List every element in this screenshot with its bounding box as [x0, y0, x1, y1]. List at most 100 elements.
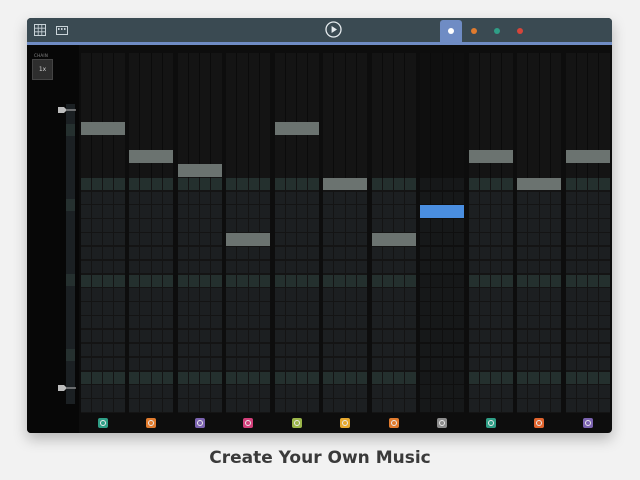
grid-cell[interactable] [80, 399, 91, 412]
grid-cell[interactable] [285, 205, 296, 218]
grid-cell[interactable] [151, 260, 162, 274]
grid-cell[interactable] [103, 371, 114, 384]
grid-cell[interactable] [502, 316, 513, 329]
grid-cell[interactable] [420, 288, 431, 301]
grid-cell[interactable] [334, 191, 345, 204]
color-tab[interactable] [486, 20, 508, 42]
grid-cell[interactable] [91, 191, 102, 204]
instrument-button[interactable] [388, 418, 399, 428]
grid-cell[interactable] [371, 274, 382, 287]
grid-cell[interactable] [226, 343, 237, 357]
grid-cell[interactable] [539, 233, 550, 246]
grid-cell[interactable] [308, 385, 319, 398]
grid-cell[interactable] [259, 302, 270, 315]
grid-cell[interactable] [431, 274, 442, 287]
grid-cell[interactable] [297, 205, 308, 218]
grid-cell[interactable] [103, 385, 114, 398]
grid-cell[interactable] [200, 274, 211, 287]
grid-cell[interactable] [177, 177, 188, 190]
grid-cell[interactable] [431, 316, 442, 329]
grid-cell[interactable] [502, 302, 513, 315]
grid-cell[interactable] [405, 177, 416, 190]
grid-cell[interactable] [259, 385, 270, 398]
instrument-button[interactable] [437, 418, 447, 428]
grid-cell[interactable] [274, 316, 285, 329]
grid-cell[interactable] [248, 246, 259, 260]
grid-cell[interactable] [334, 302, 345, 315]
grid-cell[interactable] [468, 177, 479, 190]
grid-cell[interactable] [162, 219, 173, 232]
grid-cell[interactable] [200, 177, 211, 190]
grid-cell[interactable] [259, 205, 270, 218]
grid-cell[interactable] [103, 205, 114, 218]
grid-cell[interactable] [103, 302, 114, 315]
grid-cell[interactable] [599, 233, 610, 246]
grid-cell[interactable] [226, 288, 237, 301]
grid-cell[interactable] [356, 385, 367, 398]
grid-cell[interactable] [211, 260, 222, 274]
grid-cell[interactable] [453, 177, 464, 190]
grid-cell[interactable] [382, 316, 393, 329]
grid-cell[interactable] [479, 371, 490, 384]
grid-cell[interactable] [129, 288, 140, 301]
grid-cell[interactable] [420, 399, 431, 412]
instrument-button[interactable] [291, 418, 302, 428]
note-block[interactable] [371, 233, 416, 246]
grid-cell[interactable] [431, 246, 442, 260]
grid-cell[interactable] [468, 246, 479, 260]
grid-cell[interactable] [151, 399, 162, 412]
grid-cell[interactable] [308, 191, 319, 204]
grid-cell[interactable] [539, 219, 550, 232]
grid-cell[interactable] [334, 219, 345, 232]
grid-cell[interactable] [550, 260, 561, 274]
grid-cell[interactable] [517, 246, 528, 260]
grid-cell[interactable] [371, 302, 382, 315]
grid-cell[interactable] [431, 302, 442, 315]
grid-cell[interactable] [345, 274, 356, 287]
grid-cell[interactable] [162, 302, 173, 315]
grid-cell[interactable] [453, 316, 464, 329]
grid-cell[interactable] [80, 302, 91, 315]
grid-cell[interactable] [162, 330, 173, 343]
grid-cell[interactable] [91, 385, 102, 398]
grid-cell[interactable] [323, 385, 334, 398]
play-button[interactable] [325, 21, 342, 38]
grid-cell[interactable] [274, 357, 285, 371]
grid-cell[interactable] [162, 343, 173, 357]
grid-cell[interactable] [394, 246, 405, 260]
grid-cell[interactable] [468, 371, 479, 384]
grid-cell[interactable] [308, 302, 319, 315]
grid-cell[interactable] [431, 343, 442, 357]
grid-cell[interactable] [442, 357, 453, 371]
grid-cell[interactable] [285, 260, 296, 274]
grid-cell[interactable] [211, 205, 222, 218]
grid-cell[interactable] [297, 246, 308, 260]
grid-cell[interactable] [588, 260, 599, 274]
grid-cell[interactable] [356, 330, 367, 343]
grid-cell[interactable] [453, 302, 464, 315]
grid-cell[interactable] [297, 399, 308, 412]
grid-cell[interactable] [453, 399, 464, 412]
instrument-button[interactable] [485, 418, 496, 428]
grid-cell[interactable] [528, 260, 539, 274]
grid-cell[interactable] [334, 330, 345, 343]
grid-cell[interactable] [539, 205, 550, 218]
grid-cell[interactable] [356, 274, 367, 287]
grid-cell[interactable] [479, 343, 490, 357]
grid-cell[interactable] [345, 205, 356, 218]
grid-cell[interactable] [550, 399, 561, 412]
grid-cell[interactable] [177, 233, 188, 246]
grid-cell[interactable] [528, 385, 539, 398]
grid-cell[interactable] [91, 288, 102, 301]
grid-cell[interactable] [565, 191, 576, 204]
grid-cell[interactable] [259, 371, 270, 384]
grid-cell[interactable] [431, 288, 442, 301]
grid-cell[interactable] [453, 371, 464, 384]
grid-cell[interactable] [226, 357, 237, 371]
grid-cell[interactable] [188, 302, 199, 315]
grid-cell[interactable] [177, 246, 188, 260]
grid-cell[interactable] [479, 246, 490, 260]
grid-cell[interactable] [345, 330, 356, 343]
grid-cell[interactable] [103, 274, 114, 287]
grid-cell[interactable] [308, 260, 319, 274]
